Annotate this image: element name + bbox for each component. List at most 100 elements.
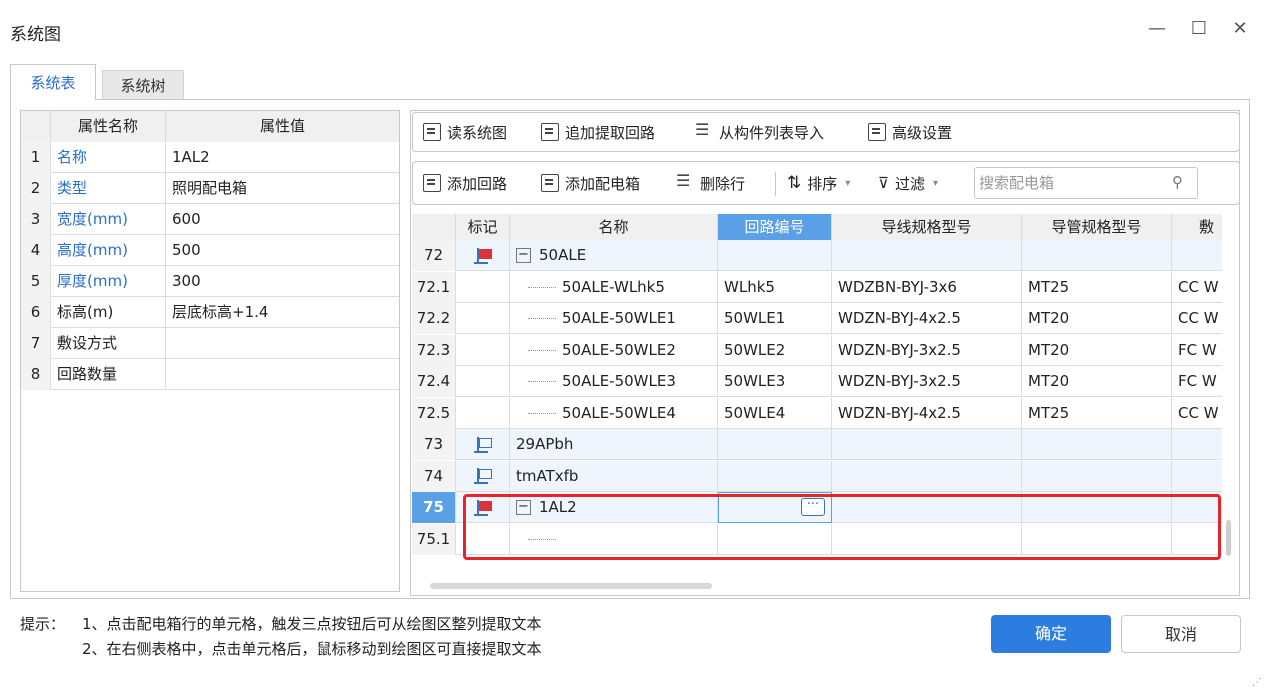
ok-button[interactable]: 确定 <box>991 615 1111 653</box>
laying-method-cell[interactable] <box>1172 240 1222 271</box>
property-row[interactable]: 5 厚度(mm) 300 <box>21 266 399 297</box>
laying-method-cell[interactable]: CC W <box>1172 272 1222 303</box>
mark-cell[interactable] <box>456 366 510 397</box>
delete-row-button[interactable]: 删除行 <box>676 162 745 204</box>
mark-header[interactable]: 标记 <box>456 214 510 240</box>
vertical-scrollbar[interactable] <box>1226 520 1231 556</box>
circuit-number-cell[interactable]: 50WLE3 <box>718 366 832 397</box>
property-value[interactable]: 照明配电箱 <box>166 173 399 204</box>
add-distribution-box-button[interactable]: 添加配电箱 <box>541 162 640 204</box>
conduit-spec-cell[interactable]: MT25 <box>1022 397 1172 429</box>
laying-method-cell[interactable]: FC W <box>1172 366 1222 397</box>
row-number[interactable]: 75 <box>412 492 456 523</box>
laying-method-cell[interactable]: CC W <box>1172 398 1222 429</box>
conduit-spec-cell[interactable]: MT25 <box>1022 271 1172 303</box>
conduit-spec-cell[interactable]: MT20 <box>1022 334 1172 366</box>
property-value[interactable]: 600 <box>166 204 399 235</box>
name-header[interactable]: 名称 <box>510 214 718 240</box>
wire-spec-cell[interactable]: WDZN-BYJ-3x2.5 <box>832 366 1022 397</box>
wire-spec-cell[interactable] <box>832 492 1022 523</box>
circuit-number-cell[interactable] <box>718 523 832 555</box>
property-value[interactable] <box>166 359 399 390</box>
circuit-number-cell[interactable] <box>718 429 832 460</box>
row-number[interactable]: 72.1 <box>412 271 456 303</box>
circuit-row[interactable]: 72.5 50ALE-50WLE4 50WLE4 WDZN-BYJ-4x2.5 MT25… <box>412 397 1222 429</box>
laying-method-cell[interactable] <box>1172 429 1222 460</box>
conduit-spec-cell[interactable] <box>1022 240 1172 271</box>
laying-method-cell[interactable] <box>1172 492 1222 523</box>
wire-spec-cell[interactable]: WDZBN-BYJ-3x6 <box>832 271 1022 303</box>
property-value[interactable] <box>166 328 399 359</box>
wire-spec-cell[interactable]: WDZN-BYJ-4x2.5 <box>832 303 1022 334</box>
conduit-spec-cell[interactable]: MT20 <box>1022 303 1172 334</box>
name-cell[interactable]: 50ALE-50WLE1 <box>510 303 718 334</box>
search-icon[interactable]: ⚲ <box>1172 173 1190 191</box>
row-number[interactable]: 73 <box>412 429 456 460</box>
circuit-row[interactable]: 72.3 50ALE-50WLE2 50WLE2 WDZN-BYJ-3x2.5 MT20… <box>412 334 1222 366</box>
tab-system-tree[interactable]: 系统树 <box>102 70 184 100</box>
resize-grip-icon[interactable]: ⋰ <box>1252 677 1262 688</box>
property-row[interactable]: 2 类型 照明配电箱 <box>21 173 399 204</box>
wire-spec-cell[interactable] <box>832 429 1022 460</box>
close-button[interactable]: ✕ <box>1229 18 1251 40</box>
distribution-box-row[interactable]: 73 29APbh <box>412 429 1222 460</box>
search-distribution-box-input[interactable]: 搜索配电箱 <box>974 167 1198 199</box>
circuit-row[interactable]: 72.1 50ALE-WLhk5 WLhk5 WDZBN-BYJ-3x6 MT25 CC … <box>412 271 1222 303</box>
mark-cell[interactable] <box>456 397 510 429</box>
circuit-row[interactable]: 75.1 <box>412 523 1222 555</box>
laying-method-cell[interactable]: FC W <box>1172 335 1222 366</box>
distribution-box-row[interactable]: 75 −1AL2 ··· <box>412 492 1222 523</box>
conduit-spec-cell[interactable] <box>1022 429 1172 460</box>
filter-dropdown[interactable]: ⊽ 过滤 ▾ <box>878 162 938 204</box>
row-number[interactable]: 72.3 <box>412 334 456 366</box>
row-number[interactable]: 75.1 <box>412 523 456 555</box>
collapse-icon[interactable]: − <box>516 248 531 263</box>
name-cell[interactable]: −50ALE <box>510 240 718 271</box>
property-row[interactable]: 4 高度(mm) 500 <box>21 235 399 266</box>
laying-method-cell[interactable]: CC W <box>1172 303 1222 334</box>
property-row[interactable]: 7 敷设方式 <box>21 328 399 359</box>
circuit-number-cell[interactable]: 50WLE1 <box>718 303 832 334</box>
laying-method-cell[interactable] <box>1172 524 1222 555</box>
name-cell[interactable] <box>510 523 718 555</box>
circuit-number-cell[interactable] <box>718 240 832 271</box>
conduit-spec-cell[interactable] <box>1022 492 1172 523</box>
minimize-button[interactable]: — <box>1146 18 1168 40</box>
row-number[interactable]: 72 <box>412 240 456 271</box>
laying-method-header[interactable]: 敷 <box>1172 214 1222 240</box>
property-value[interactable]: 层底标高+1.4 <box>166 297 399 328</box>
property-row[interactable]: 3 宽度(mm) 600 <box>21 204 399 235</box>
circuit-number-cell[interactable]: WLhk5 <box>718 271 832 303</box>
name-cell[interactable]: tmATxfb <box>510 460 718 492</box>
add-circuit-button[interactable]: 添加回路 <box>423 162 507 204</box>
circuit-number-cell[interactable] <box>718 460 832 492</box>
distribution-box-row[interactable]: 74 tmATxfb <box>412 460 1222 492</box>
import-from-component-list-button[interactable]: 从构件列表导入 <box>695 113 824 151</box>
ellipsis-button[interactable]: ··· <box>801 498 825 516</box>
wire-spec-cell[interactable] <box>832 460 1022 492</box>
conduit-spec-header[interactable]: 导管规格型号 <box>1022 214 1172 240</box>
row-number[interactable]: 72.2 <box>412 303 456 334</box>
name-cell[interactable]: 50ALE-WLhk5 <box>510 271 718 303</box>
name-cell[interactable]: 29APbh <box>510 429 718 460</box>
tab-system-table[interactable]: 系统表 <box>10 64 96 100</box>
append-extract-circuit-button[interactable]: 追加提取回路 <box>541 113 655 151</box>
circuit-number-header[interactable]: 回路编号 <box>718 214 832 240</box>
circuit-number-cell[interactable]: 50WLE4 <box>718 397 832 429</box>
wire-spec-cell[interactable]: WDZN-BYJ-3x2.5 <box>832 334 1022 366</box>
conduit-spec-cell[interactable] <box>1022 460 1172 492</box>
row-number[interactable]: 74 <box>412 460 456 492</box>
mark-cell[interactable] <box>456 240 510 271</box>
distribution-box-row[interactable]: 72 −50ALE <box>412 240 1222 271</box>
circuit-row[interactable]: 72.4 50ALE-50WLE3 50WLE3 WDZN-BYJ-3x2.5 MT20… <box>412 366 1222 397</box>
property-row[interactable]: 1 名称 1AL2 <box>21 142 399 173</box>
name-cell[interactable]: 50ALE-50WLE3 <box>510 366 718 397</box>
mark-cell[interactable] <box>456 303 510 334</box>
name-cell[interactable]: −1AL2 <box>510 492 718 523</box>
property-value[interactable]: 300 <box>166 266 399 297</box>
name-cell[interactable]: 50ALE-50WLE4 <box>510 397 718 429</box>
property-row[interactable]: 8 回路数量 <box>21 359 399 390</box>
property-value[interactable]: 1AL2 <box>166 142 399 173</box>
sort-dropdown[interactable]: ⇅ 排序 ▾ <box>787 162 850 204</box>
wire-spec-cell[interactable] <box>832 523 1022 555</box>
